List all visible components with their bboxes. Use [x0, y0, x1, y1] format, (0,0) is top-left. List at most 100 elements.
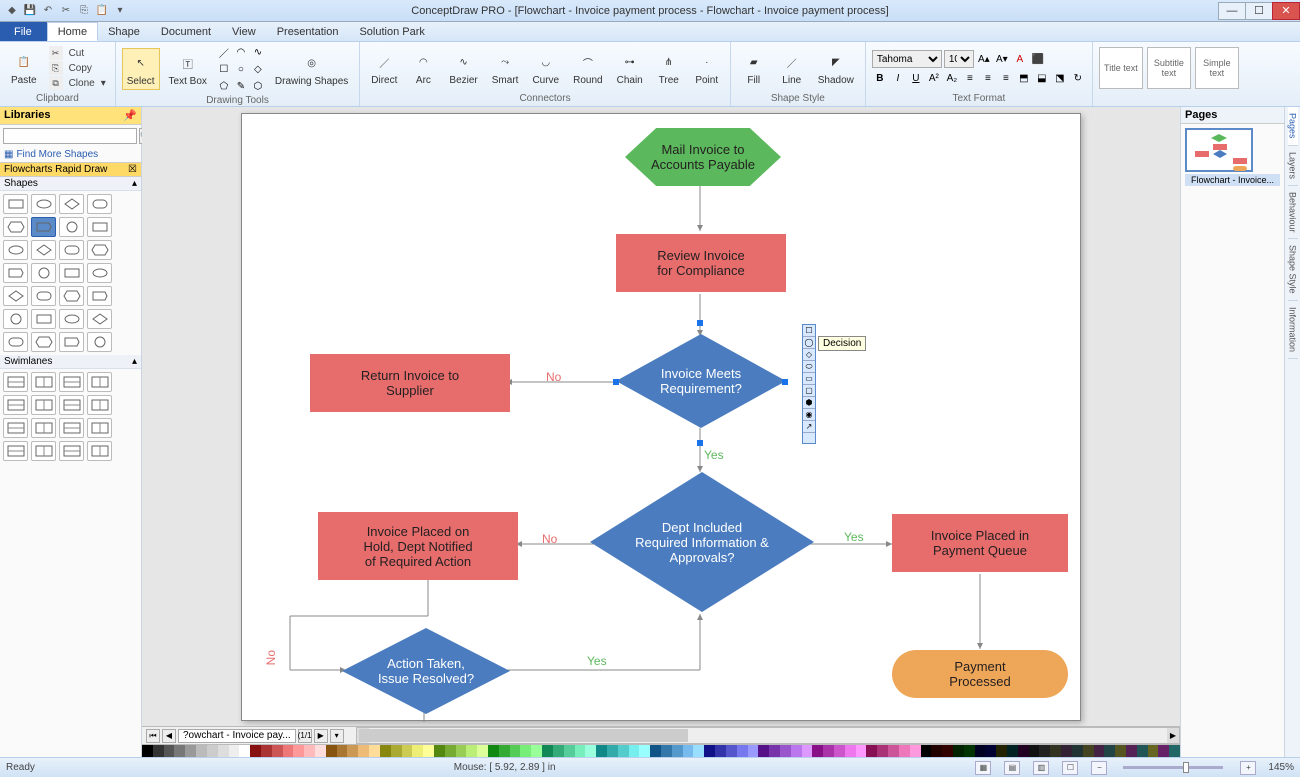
connector-round[interactable]: ⌒Round — [568, 47, 607, 89]
library-category[interactable]: Flowcharts Rapid Draw☒ — [0, 162, 141, 177]
tab-file[interactable]: File — [0, 22, 47, 41]
canvas-area[interactable]: Mail Invoice to Accounts Payable Review … — [142, 107, 1180, 726]
library-swimlane[interactable] — [59, 372, 84, 392]
tab-shape[interactable]: Shape — [98, 22, 151, 41]
connector-chain[interactable]: ⊶Chain — [612, 47, 648, 89]
status-view3[interactable]: ▥ — [1033, 761, 1049, 775]
library-swimlane[interactable] — [59, 395, 84, 415]
palette-swatch[interactable] — [877, 745, 888, 757]
library-swimlane[interactable] — [3, 441, 28, 461]
valign-bot-button[interactable]: ⬔ — [1052, 70, 1068, 86]
align-right-button[interactable]: ≡ — [998, 70, 1014, 86]
connector-point[interactable]: ·Point — [690, 47, 724, 89]
qat-dropdown-icon[interactable]: ▾ — [112, 3, 128, 19]
library-swimlane[interactable] — [59, 418, 84, 438]
library-shape[interactable] — [3, 263, 28, 283]
sel-handle[interactable] — [613, 379, 619, 385]
dt2[interactable]: ◠ — [233, 44, 249, 60]
tab-presentation[interactable]: Presentation — [267, 22, 350, 41]
palette-swatch[interactable] — [888, 745, 899, 757]
select-tool-button[interactable]: ↖Select — [122, 48, 160, 90]
minimize-button[interactable]: — — [1218, 2, 1246, 20]
palette-swatch[interactable] — [1148, 745, 1159, 757]
palette-swatch[interactable] — [412, 745, 423, 757]
swimlanes-section-header[interactable]: Swimlanes▴ — [0, 355, 141, 369]
tab-dropdown[interactable]: ▾ — [330, 729, 344, 743]
palette-swatch[interactable] — [866, 745, 877, 757]
library-shape[interactable] — [3, 240, 28, 260]
library-shape[interactable] — [3, 309, 28, 329]
connector-arc[interactable]: ◠Arc — [406, 47, 440, 89]
dt7[interactable]: ⬠ — [216, 78, 232, 94]
node-queue[interactable]: Invoice Placed in Payment Queue — [892, 514, 1068, 572]
palette-swatch[interactable] — [380, 745, 391, 757]
search-input[interactable] — [3, 128, 137, 144]
palette-swatch[interactable] — [769, 745, 780, 757]
library-shape[interactable] — [87, 286, 112, 306]
palette-swatch[interactable] — [1007, 745, 1018, 757]
palette-swatch[interactable] — [520, 745, 531, 757]
horizontal-scrollbar[interactable]: ◀▶ — [356, 727, 1180, 744]
library-shape[interactable] — [59, 194, 84, 214]
palette-swatch[interactable] — [250, 745, 261, 757]
library-shape[interactable] — [31, 332, 56, 352]
rail-information[interactable]: Information — [1288, 301, 1298, 359]
superscript-button[interactable]: A² — [926, 70, 942, 86]
qat-undo-icon[interactable]: ↶ — [40, 3, 56, 19]
palette-swatch[interactable] — [423, 745, 434, 757]
palette-swatch[interactable] — [239, 745, 250, 757]
palette-swatch[interactable] — [1094, 745, 1105, 757]
palette-swatch[interactable] — [1018, 745, 1029, 757]
palette-swatch[interactable] — [531, 745, 542, 757]
palette-swatch[interactable] — [369, 745, 380, 757]
tab-home[interactable]: Home — [47, 22, 98, 41]
node-hold[interactable]: Invoice Placed on Hold, Dept Notified of… — [318, 512, 518, 580]
library-shape[interactable] — [87, 309, 112, 329]
palette-swatch[interactable] — [261, 745, 272, 757]
palette-swatch[interactable] — [196, 745, 207, 757]
palette-swatch[interactable] — [931, 745, 942, 757]
library-shape[interactable] — [3, 217, 28, 237]
tab-view[interactable]: View — [222, 22, 267, 41]
library-swimlane[interactable] — [31, 395, 56, 415]
style-simple[interactable]: Simple text — [1195, 47, 1239, 89]
palette-swatch[interactable] — [1104, 745, 1115, 757]
tab-document[interactable]: Document — [151, 22, 222, 41]
tab-nav-next[interactable]: ▶ — [314, 729, 328, 743]
palette-swatch[interactable] — [996, 745, 1007, 757]
palette-swatch[interactable] — [1115, 745, 1126, 757]
dt4[interactable]: ☐ — [216, 61, 232, 77]
shrink-font-button[interactable]: A▾ — [994, 51, 1010, 67]
palette-swatch[interactable] — [985, 745, 996, 757]
qat-save-icon[interactable]: 💾 — [22, 3, 38, 19]
palette-swatch[interactable] — [942, 745, 953, 757]
palette-swatch[interactable] — [758, 745, 769, 757]
direction-button[interactable]: ↻ — [1070, 70, 1086, 86]
palette-swatch[interactable] — [1169, 745, 1180, 757]
font-color-button[interactable]: A — [1012, 51, 1028, 67]
palette-swatch[interactable] — [726, 745, 737, 757]
node-start[interactable]: Mail Invoice to Accounts Payable — [625, 128, 781, 186]
highlight-color-button[interactable]: ⬛ — [1030, 51, 1046, 67]
rail-behaviour[interactable]: Behaviour — [1288, 186, 1298, 240]
palette-swatch[interactable] — [704, 745, 715, 757]
valign-mid-button[interactable]: ⬓ — [1034, 70, 1050, 86]
palette-swatch[interactable] — [207, 745, 218, 757]
library-swimlane[interactable] — [3, 372, 28, 392]
library-shape[interactable] — [87, 240, 112, 260]
palette-swatch[interactable] — [1126, 745, 1137, 757]
library-shape[interactable] — [59, 286, 84, 306]
dt8[interactable]: ✎ — [233, 78, 249, 94]
palette-swatch[interactable] — [1061, 745, 1072, 757]
palette-swatch[interactable] — [1158, 745, 1169, 757]
bold-button[interactable]: B — [872, 70, 888, 86]
palette-swatch[interactable] — [791, 745, 802, 757]
paste-button[interactable]: 📋 Paste — [6, 47, 42, 89]
palette-swatch[interactable] — [910, 745, 921, 757]
palette-swatch[interactable] — [466, 745, 477, 757]
palette-swatch[interactable] — [899, 745, 910, 757]
palette-swatch[interactable] — [618, 745, 629, 757]
dt6[interactable]: ◇ — [250, 61, 266, 77]
palette-swatch[interactable] — [499, 745, 510, 757]
style-subtitle[interactable]: Subtitle text — [1147, 47, 1191, 89]
